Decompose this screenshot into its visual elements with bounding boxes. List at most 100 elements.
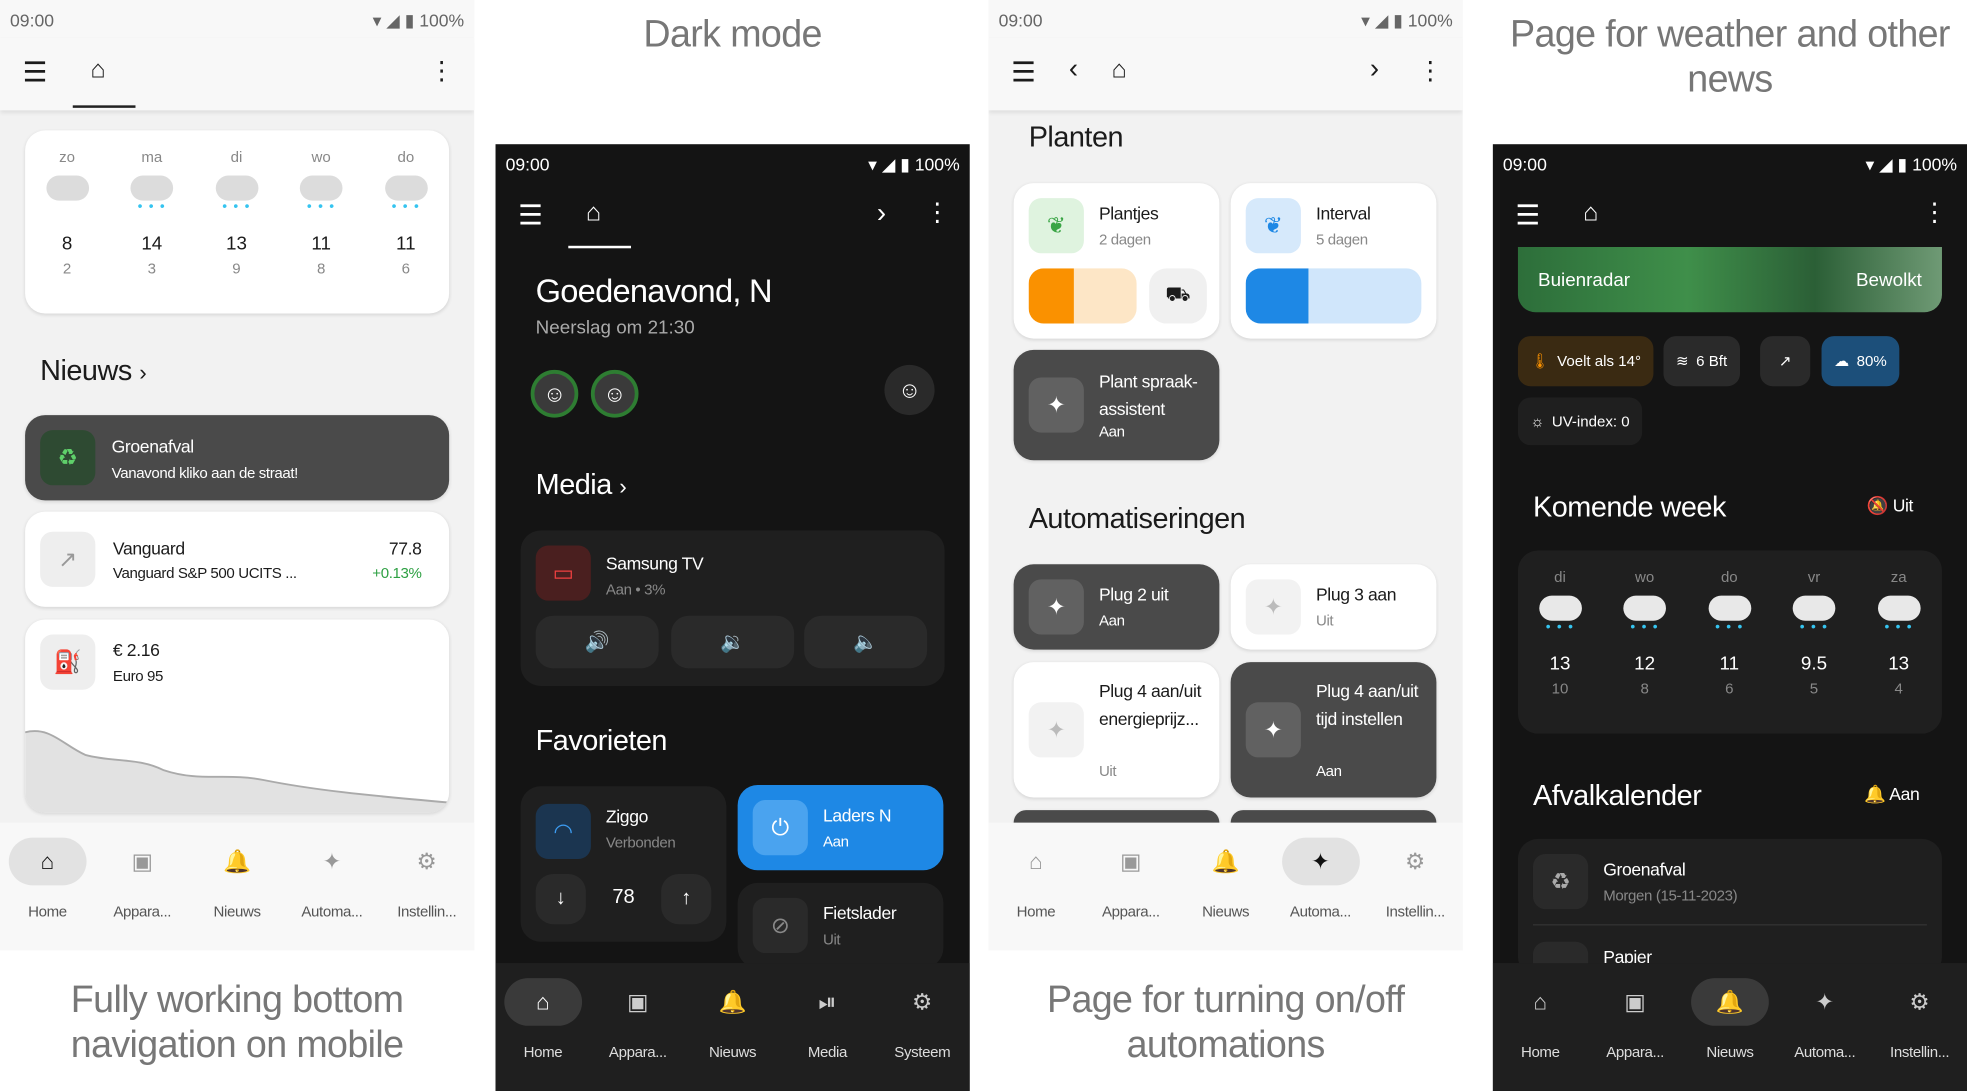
nav-label: Instellin... xyxy=(1385,902,1445,921)
status-time: 09:00 xyxy=(10,10,55,31)
chevron-right-icon[interactable]: › xyxy=(877,197,886,230)
tv-card[interactable]: ▭ Samsung TV Aan • 3% 🔊 🔉 🔈 xyxy=(520,530,945,686)
volume-up-icon[interactable]: 🔊 xyxy=(535,615,659,669)
rain-cloud-icon xyxy=(130,175,174,201)
menu-icon[interactable]: ☰ xyxy=(1011,56,1036,89)
stock-card[interactable]: ↗ Vanguard Vanguard S&P 500 UCITS ... 77… xyxy=(25,511,450,607)
nav-label: Nieuws xyxy=(1202,902,1250,921)
fietslader-card[interactable]: ⊘ Fietslader Uit xyxy=(737,882,944,969)
status-time: 09:00 xyxy=(505,154,550,175)
more-vert-icon[interactable]: ⋮ xyxy=(1418,55,1443,86)
nav-item[interactable]: 🔔 Nieuws xyxy=(1178,823,1273,951)
nav-item[interactable]: ⌂ Home xyxy=(496,963,591,1091)
waste-card[interactable]: ♻ Groenafval Morgen (15-11-2023) Papier xyxy=(1517,838,1942,977)
nav-item[interactable]: ✦ Automa... xyxy=(1273,823,1368,951)
media-title[interactable]: Media › xyxy=(536,468,627,502)
chevron-left-icon[interactable]: ‹ xyxy=(1069,53,1078,86)
automation-title: Plug 4 aan/uit tijd instellen xyxy=(1315,680,1419,729)
arrow-down-icon[interactable]: ↓ xyxy=(535,874,586,925)
nav-item[interactable]: ▣ Appara... xyxy=(95,823,190,951)
interval-card[interactable]: ❦ Interval 5 dagen xyxy=(1230,183,1437,339)
notifications-on-toggle[interactable]: 🔔 Aan xyxy=(1864,783,1920,805)
plant-title: Plantjes xyxy=(1098,203,1159,224)
nav-item[interactable]: 🔔 Nieuws xyxy=(190,823,285,951)
forecast-high: 13 xyxy=(1549,653,1571,675)
menu-icon[interactable]: ☰ xyxy=(518,199,543,232)
nav-item[interactable]: ⌂ Home xyxy=(1493,963,1588,1091)
wifi-card[interactable]: ◠ Ziggo Verbonden ↓ 78 ↑ xyxy=(520,786,727,942)
plug-icon: ⏻ xyxy=(752,800,808,856)
menu-icon[interactable]: ☰ xyxy=(1515,199,1540,232)
rain-chance-chip[interactable]: ☁ 80% xyxy=(1821,336,1900,387)
waste-item-sub: Morgen (15-11-2023) xyxy=(1603,886,1738,905)
menu-icon[interactable]: ☰ xyxy=(23,56,48,89)
avatar[interactable]: ☺ xyxy=(530,369,579,418)
nav-item[interactable]: ▣ Appara... xyxy=(1083,823,1178,951)
nav-item[interactable]: ▣ Appara... xyxy=(1588,963,1683,1091)
rain-cloud-icon xyxy=(1623,595,1666,621)
nav-item[interactable]: ⚙ Instellin... xyxy=(379,823,474,951)
nav-item[interactable]: ⏯ Media xyxy=(780,963,875,1091)
forecast-day-label: di xyxy=(1554,568,1566,586)
automation-card[interactable]: ✦ Plug 4 aan/uit energieprijz... Uit xyxy=(1013,662,1220,798)
forecast-card[interactable]: zo 8 2 ma • • • 14 3 di • • • 13 9 wo • • • 11 8 do • • … xyxy=(25,130,450,314)
home-icon[interactable]: ⌂ xyxy=(586,199,601,228)
nav-item[interactable]: 🔔 Nieuws xyxy=(1683,963,1778,1091)
forecast-day: do • • • 11 6 xyxy=(364,148,448,277)
bell-icon: 🔔 xyxy=(1864,783,1886,804)
assistant-card[interactable]: ✦ Plant spraak-assistent Aan xyxy=(1013,349,1220,461)
forecast-day-label: di xyxy=(230,147,243,166)
fuel-card[interactable]: ⛽ € 2.16 Euro 95 xyxy=(25,619,450,813)
forecast-high: 11 xyxy=(311,233,331,255)
automation-card[interactable]: ✦ Plug 4 aan/uit tijd instellen Aan xyxy=(1230,662,1437,798)
feels-like-chip[interactable]: 🌡 Voelt als 14° xyxy=(1517,336,1654,387)
watering-can-icon[interactable]: ⛟ xyxy=(1149,268,1207,324)
waste-title: Afvalkalender xyxy=(1532,778,1702,812)
more-vert-icon[interactable]: ⋮ xyxy=(925,197,950,228)
nav-item[interactable]: ⚙ Instellin... xyxy=(1872,963,1967,1091)
more-vert-icon[interactable]: ⋮ xyxy=(1922,197,1947,228)
news-title[interactable]: Nieuws › xyxy=(40,354,147,388)
nav-item[interactable]: ▣ Appara... xyxy=(590,963,685,1091)
news-item-card[interactable]: ♻ Groenafval Vanavond kliko aan de straa… xyxy=(25,415,450,501)
wind-chip[interactable]: ≋ 6 Bft xyxy=(1663,336,1740,387)
nav-label: Instellin... xyxy=(397,902,457,921)
more-vert-icon[interactable]: ⋮ xyxy=(429,55,454,86)
water-level-slider[interactable] xyxy=(1028,268,1137,324)
nav-item[interactable]: ✦ Automa... xyxy=(284,823,379,951)
nav-item[interactable]: ✦ Automa... xyxy=(1777,963,1872,1091)
uv-chip[interactable]: ☼ UV-index: 0 xyxy=(1517,397,1643,446)
interval-slider[interactable] xyxy=(1245,268,1422,324)
nav-item[interactable]: ⌂ Home xyxy=(0,823,95,951)
home-icon[interactable]: ⌂ xyxy=(90,56,105,85)
nav-item[interactable]: ⌂ Home xyxy=(989,823,1084,951)
chevron-right-icon[interactable]: › xyxy=(1370,53,1379,86)
interval-sub: 5 dagen xyxy=(1315,230,1368,249)
sun-icon: ☼ xyxy=(1530,412,1545,431)
laders-card[interactable]: ⏻ Laders N Aan xyxy=(737,785,944,871)
status-battery: ▾ ◢ ▮ 100% xyxy=(372,10,465,31)
rain-radar-map[interactable]: Buienradar Bewolkt xyxy=(1517,247,1942,313)
avatar[interactable]: ☺ xyxy=(884,364,935,416)
automation-card[interactable]: ✦ Plug 3 aan Uit xyxy=(1230,564,1437,650)
volume-mute-icon[interactable]: 🔈 xyxy=(804,615,928,669)
home-icon[interactable]: ⌂ xyxy=(1111,56,1126,85)
home-icon[interactable]: ⌂ xyxy=(1583,199,1598,228)
forecast-high: 11 xyxy=(396,233,416,255)
avatar[interactable]: ☺ xyxy=(590,369,639,418)
nav-item[interactable]: 🔔 Nieuws xyxy=(685,963,780,1091)
week-forecast-card[interactable]: di • • • 13 10 wo • • • 12 8 do • • • 11 6 vr • • • 9.… xyxy=(1517,550,1942,734)
status-time: 09:00 xyxy=(998,10,1043,31)
arrow-up-icon[interactable]: ↑ xyxy=(661,874,712,925)
forecast-day-label: do xyxy=(1720,568,1738,586)
phone-automations: 09:00 ▾ ◢ ▮ 100% ☰ ‹ ⌂ › ⋮ Planten ❦ Plan… xyxy=(988,0,1463,951)
plant-card[interactable]: ❦ Plantjes 2 dagen ⛟ xyxy=(1013,183,1220,339)
notifications-off-toggle[interactable]: 🔕 Uit xyxy=(1867,495,1914,516)
nav-item[interactable]: ⚙ Instellin... xyxy=(1368,823,1463,951)
wind-direction-icon[interactable]: ↗ xyxy=(1760,336,1811,387)
automation-card[interactable]: ✦ Plug 2 uit Aan xyxy=(1013,564,1220,650)
sparkle-icon: ✦ xyxy=(322,848,342,874)
volume-down-icon[interactable]: 🔉 xyxy=(671,615,795,669)
forecast-high: 11 xyxy=(1719,653,1740,675)
nav-item[interactable]: ⚙ Systeem xyxy=(875,963,970,1091)
